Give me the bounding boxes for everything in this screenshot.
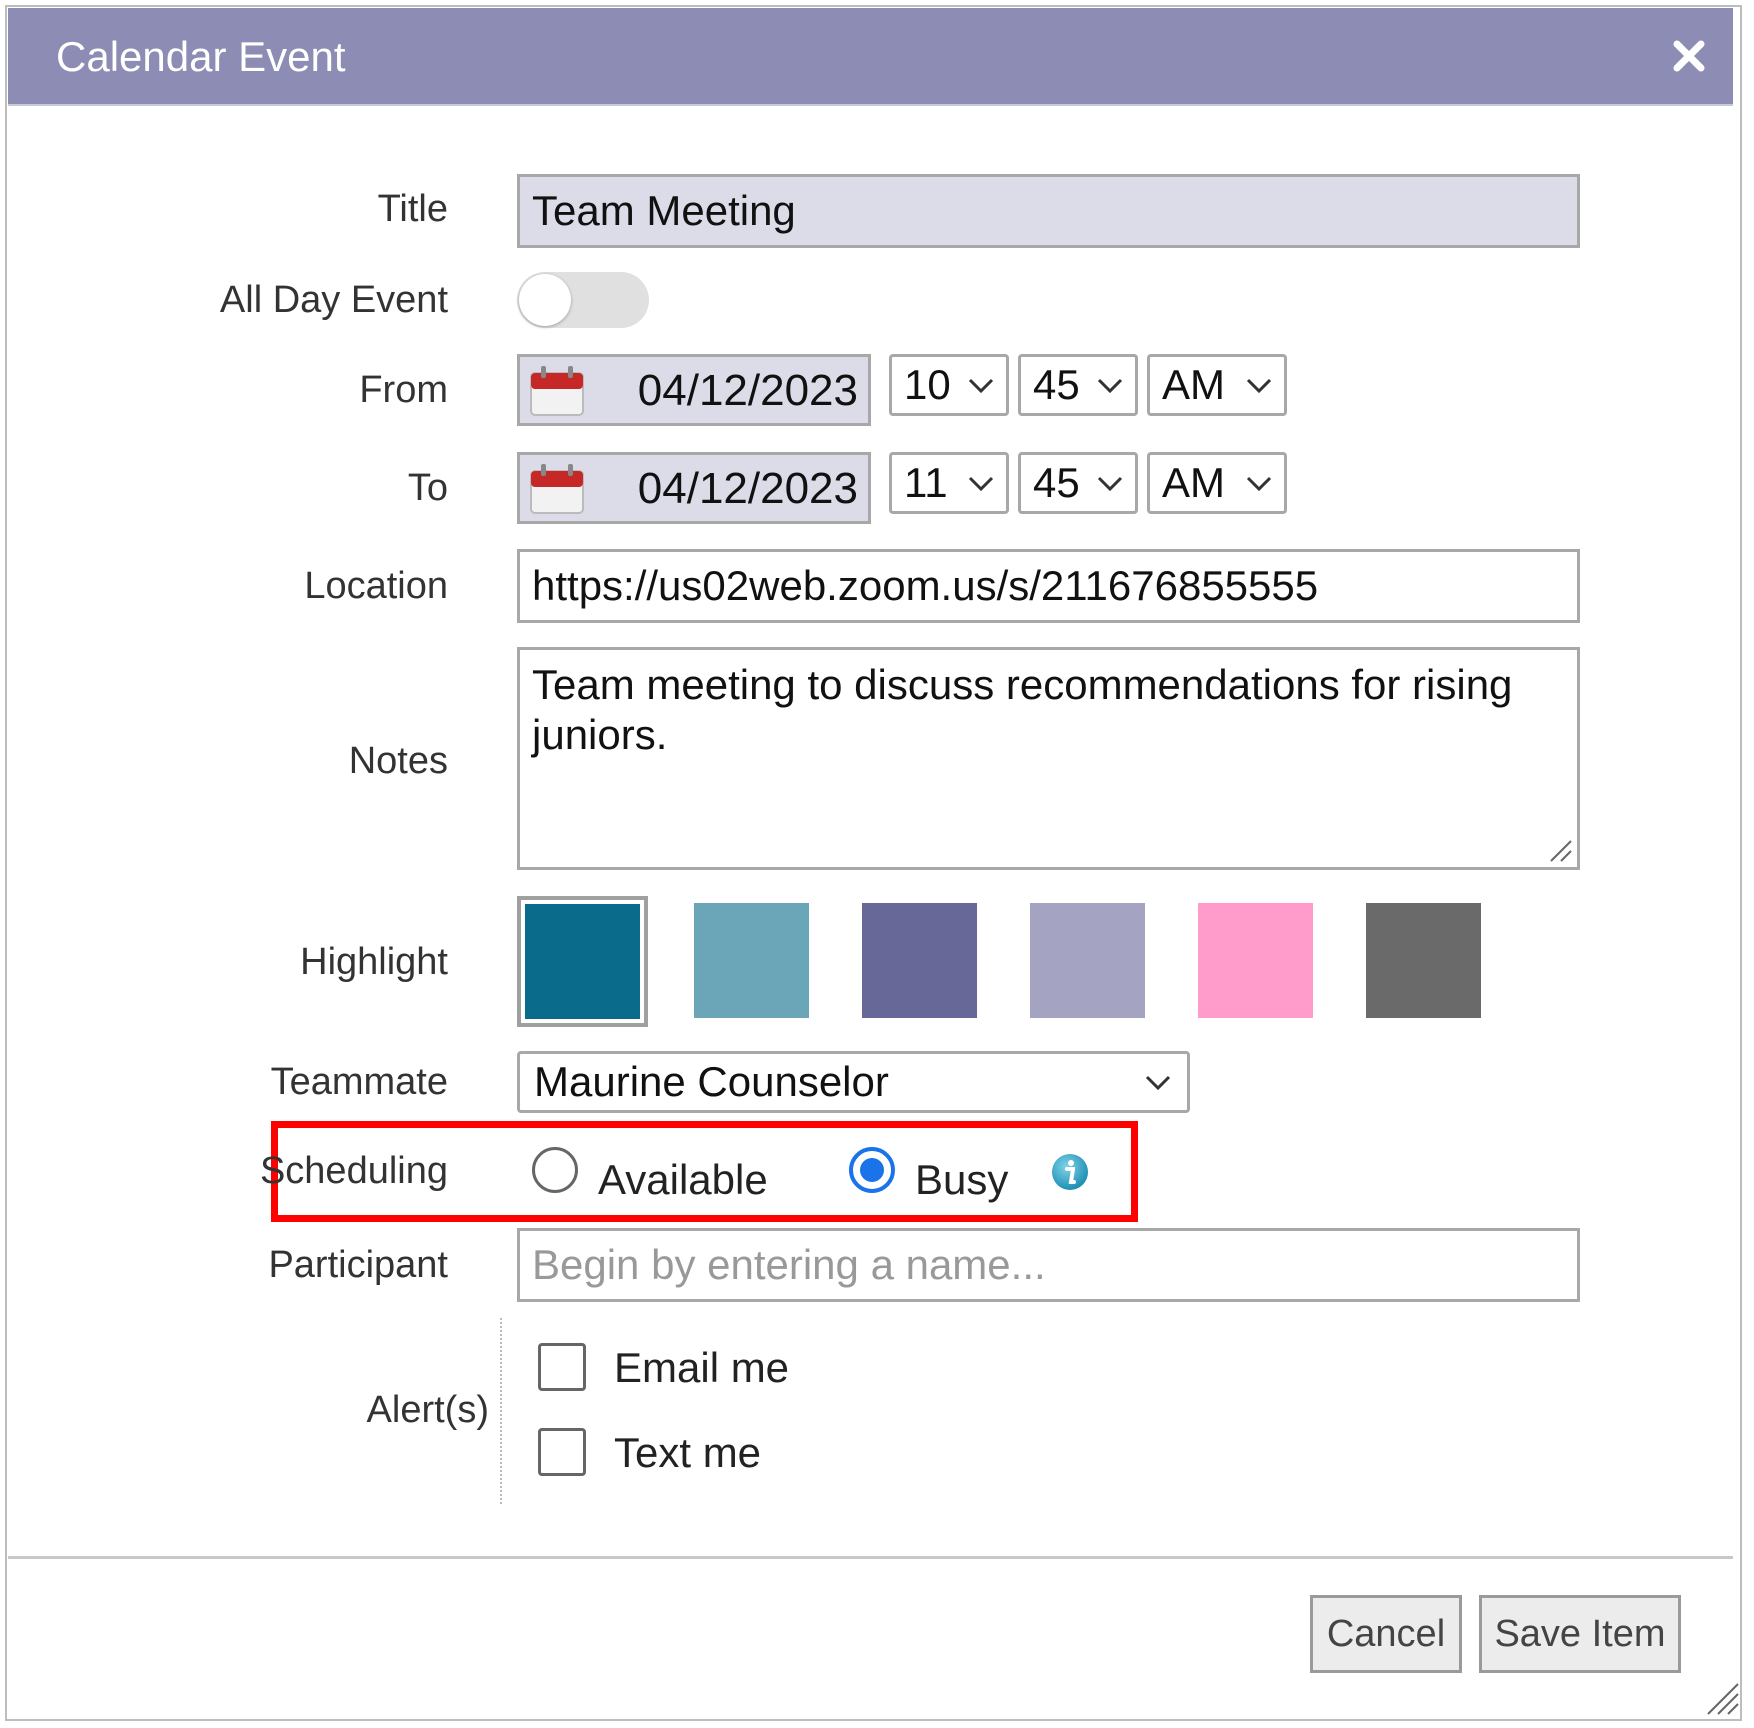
from-label: From: [359, 369, 448, 411]
highlight-swatch[interactable]: [1198, 903, 1313, 1018]
save-item-button[interactable]: Save Item: [1479, 1595, 1681, 1673]
to-minute-select[interactable]: 45: [1018, 452, 1138, 514]
from-minute-value: 45: [1033, 361, 1080, 408]
from-date-value: 04/12/2023: [637, 366, 858, 415]
chevron-down-icon: [1097, 378, 1123, 394]
email-me-label[interactable]: Email me: [614, 1344, 789, 1392]
available-radio[interactable]: [532, 1147, 578, 1193]
to-hour-select[interactable]: 11: [889, 452, 1009, 514]
busy-label[interactable]: Busy: [915, 1156, 1008, 1204]
alerts-divider: [500, 1318, 502, 1504]
highlight-swatch[interactable]: [1366, 903, 1481, 1018]
teammate-value: Maurine Counselor: [534, 1058, 889, 1105]
participant-label: Participant: [268, 1244, 448, 1286]
calendar-icon[interactable]: [527, 363, 587, 419]
text-me-checkbox[interactable]: [538, 1428, 586, 1476]
highlight-swatch[interactable]: [517, 896, 648, 1027]
all-day-label: All Day Event: [219, 279, 448, 321]
chevron-down-icon: [968, 476, 994, 492]
textarea-resize-icon[interactable]: [1547, 837, 1573, 863]
participant-input[interactable]: Begin by entering a name...: [517, 1228, 1580, 1302]
to-ampm-select[interactable]: AM: [1147, 452, 1287, 514]
from-hour-value: 10: [904, 361, 951, 408]
location-input-value: https://us02web.zoom.us/s/211676855555: [532, 562, 1319, 609]
location-input[interactable]: https://us02web.zoom.us/s/211676855555: [517, 549, 1580, 623]
notes-textarea-value: Team meeting to discuss recommendations …: [532, 661, 1513, 758]
busy-radio[interactable]: [849, 1147, 895, 1193]
location-label: Location: [304, 565, 448, 607]
scheduling-label: Scheduling: [259, 1150, 448, 1192]
available-label[interactable]: Available: [598, 1156, 768, 1204]
email-me-checkbox[interactable]: [538, 1343, 586, 1391]
notes-textarea[interactable]: Team meeting to discuss recommendations …: [517, 647, 1580, 870]
teammate-label: Teammate: [270, 1061, 448, 1103]
to-date-field[interactable]: 04/12/2023: [517, 452, 871, 524]
alerts-label: Alert(s): [366, 1389, 489, 1431]
to-ampm-value: AM: [1162, 459, 1225, 506]
dialog-titlebar: Calendar Event: [8, 8, 1733, 106]
chevron-down-icon: [1097, 476, 1123, 492]
chevron-down-icon: [1145, 1075, 1171, 1091]
to-minute-value: 45: [1033, 459, 1080, 506]
teammate-select[interactable]: Maurine Counselor: [517, 1051, 1190, 1113]
highlight-swatch[interactable]: [862, 903, 977, 1018]
from-minute-select[interactable]: 45: [1018, 354, 1138, 416]
title-label: Title: [377, 188, 448, 230]
to-hour-value: 11: [904, 459, 948, 506]
participant-placeholder: Begin by entering a name...: [532, 1241, 1046, 1288]
footer-divider: [8, 1556, 1733, 1559]
toggle-knob: [519, 274, 571, 326]
chevron-down-icon: [1246, 378, 1272, 394]
dialog-resize-icon[interactable]: [1704, 1680, 1740, 1716]
title-input-value: Team Meeting: [532, 187, 796, 234]
all-day-toggle[interactable]: [517, 272, 649, 328]
to-label: To: [407, 467, 448, 509]
highlight-label: Highlight: [300, 941, 448, 983]
from-ampm-select[interactable]: AM: [1147, 354, 1287, 416]
chevron-down-icon: [1246, 476, 1272, 492]
highlight-swatch[interactable]: [694, 903, 809, 1018]
calendar-icon[interactable]: [527, 461, 587, 517]
dialog-title: Calendar Event: [56, 33, 346, 80]
to-date-value: 04/12/2023: [637, 464, 858, 513]
notes-label: Notes: [348, 740, 448, 782]
highlight-swatch[interactable]: [1030, 903, 1145, 1018]
title-input[interactable]: Team Meeting: [517, 174, 1580, 248]
from-hour-select[interactable]: 10: [889, 354, 1009, 416]
from-ampm-value: AM: [1162, 361, 1225, 408]
info-icon[interactable]: [1050, 1152, 1090, 1192]
cancel-button[interactable]: Cancel: [1310, 1595, 1462, 1673]
close-icon[interactable]: [1671, 38, 1707, 74]
text-me-label[interactable]: Text me: [614, 1429, 761, 1477]
chevron-down-icon: [968, 378, 994, 394]
from-date-field[interactable]: 04/12/2023: [517, 354, 871, 426]
